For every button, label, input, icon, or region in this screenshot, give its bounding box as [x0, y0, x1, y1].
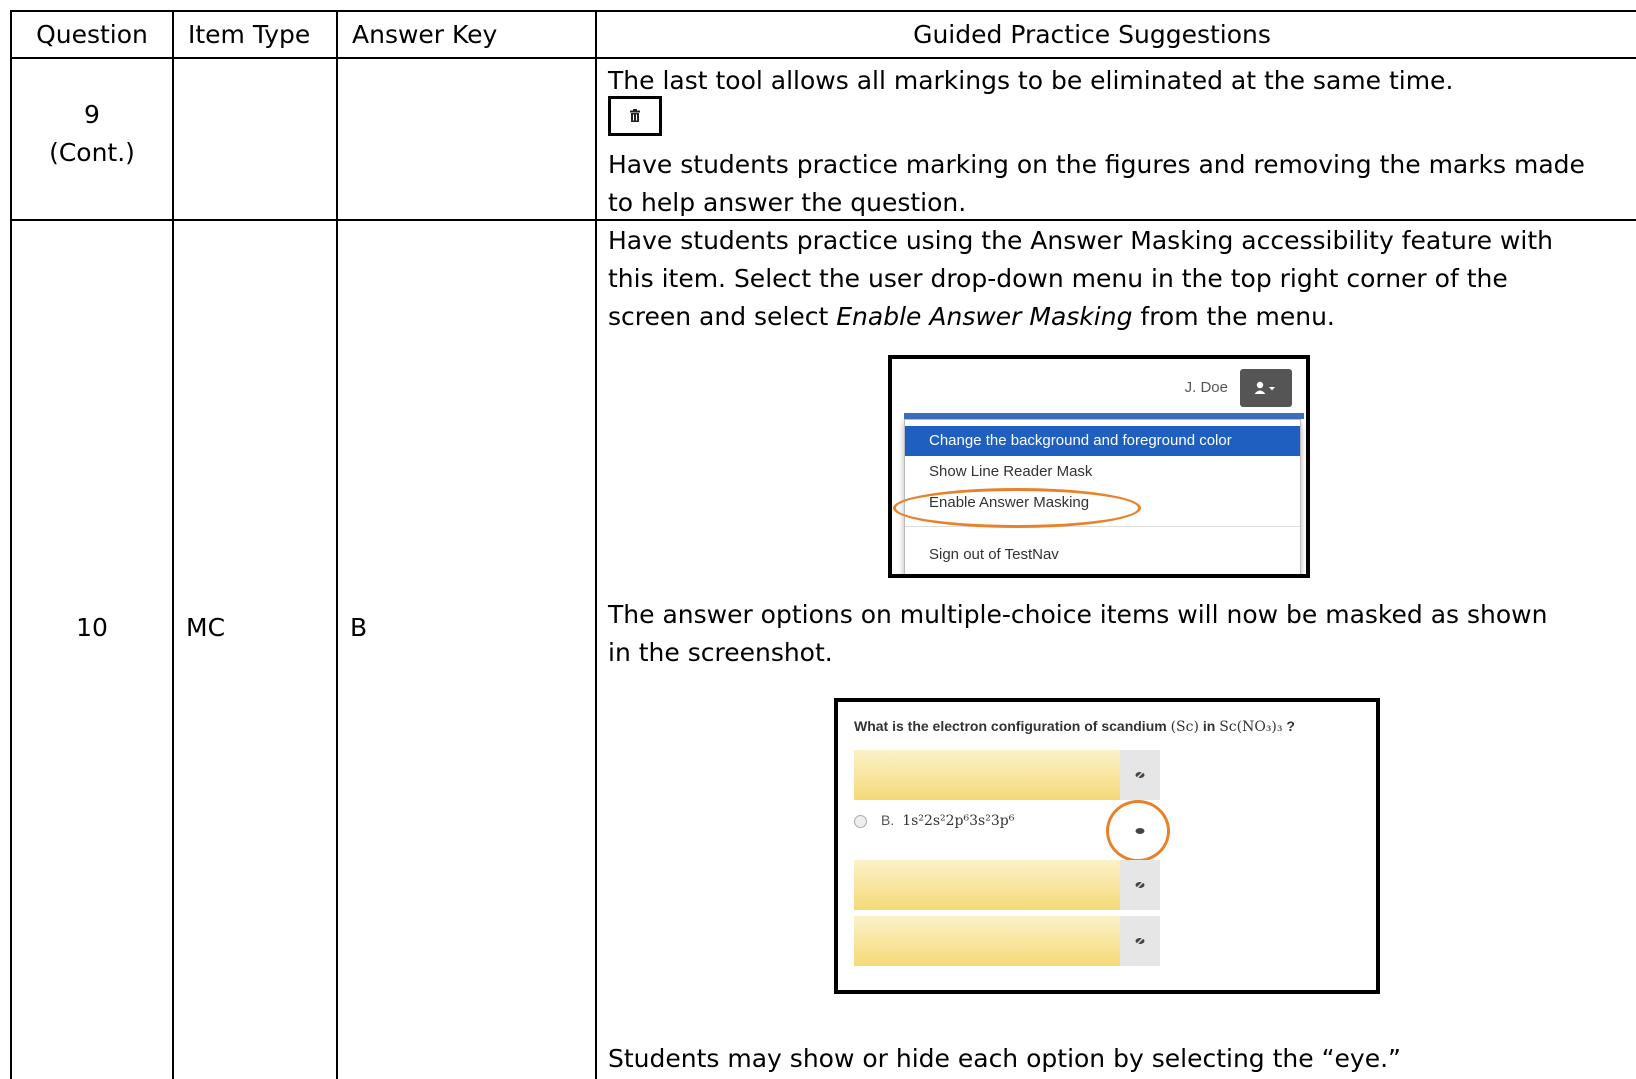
row9-text-1: The last tool allows all markings to be …	[608, 66, 1454, 95]
user-name: J. Doe	[1184, 379, 1228, 396]
radio-button[interactable]	[854, 814, 867, 828]
column-divider	[336, 10, 338, 1079]
user-dropdown-menu: Change the background and foreground col…	[893, 419, 1301, 574]
row10-p1-line3-post: from the menu.	[1132, 302, 1335, 331]
question-mid: in	[1198, 718, 1220, 734]
eye-toggle-c[interactable]	[1120, 860, 1160, 910]
header-divider	[10, 57, 1636, 59]
row10-p1-line3: screen and select Enable Answer Masking …	[608, 298, 1628, 336]
menu-item-sign-out[interactable]: Sign out of TestNav	[905, 540, 1300, 570]
column-divider	[595, 10, 597, 1079]
option-b[interactable]: B. 1s²2s²2p⁶3s²3p⁶	[854, 812, 1014, 829]
row10-item-type: MC	[186, 613, 226, 642]
chevron-down-icon	[1269, 387, 1275, 391]
eye-slash-icon	[1135, 936, 1145, 946]
guided-practice-table: Question Item Type Answer Key Guided Pra…	[10, 10, 1636, 1079]
option-b-label: B.	[881, 812, 895, 828]
option-b-value: 1s²2s²2p⁶3s²3p⁶	[902, 813, 1015, 829]
header-guided-practice: Guided Practice Suggestions	[913, 20, 1271, 49]
row9-text-3: to help answer the question.	[608, 188, 967, 217]
header-question: Question	[36, 20, 148, 49]
eye-slash-icon	[1135, 770, 1145, 780]
trash-icon	[630, 109, 640, 122]
user-icon	[1254, 381, 1275, 394]
row10-paragraph-3: Students may show or hide each option by…	[608, 1044, 1401, 1073]
row10-p1-line3-pre: screen and select	[608, 302, 837, 331]
eye-toggle-d[interactable]	[1120, 916, 1160, 966]
row10-p1-enable-answer-masking: Enable Answer Masking	[836, 302, 1133, 331]
eye-toggle-a[interactable]	[1120, 750, 1160, 800]
user-dropdown-button[interactable]	[1240, 369, 1292, 407]
clear-all-markings-button[interactable]	[608, 96, 662, 136]
row10-paragraph-1: Have students practice using the Answer …	[608, 222, 1628, 336]
masked-option-d[interactable]	[854, 916, 1120, 966]
row10-paragraph-2: The answer options on multiple-choice it…	[608, 596, 1628, 672]
header-answer-key: Answer Key	[352, 20, 498, 49]
highlight-circle	[1106, 800, 1170, 862]
row10-p2-line2: in the screenshot.	[608, 638, 833, 667]
header-item-type: Item Type	[188, 20, 311, 49]
question-symbol: (Sc)	[1170, 719, 1199, 735]
row9-text-2: Have students practice marking on the fi…	[608, 150, 1585, 179]
row9-question-number: 9	[84, 100, 100, 129]
column-divider	[172, 10, 174, 1079]
masked-option-c[interactable]	[854, 860, 1120, 910]
eye-slash-icon	[1135, 880, 1145, 890]
row9-question-cont: (Cont.)	[49, 138, 135, 167]
mask-question-text: What is the electron configuration of sc…	[854, 718, 1295, 735]
menu-item-line-reader-mask[interactable]: Show Line Reader Mask	[905, 457, 1300, 487]
row10-p2-line1: The answer options on multiple-choice it…	[608, 600, 1548, 629]
masked-option-a[interactable]	[854, 750, 1120, 800]
answer-masking-screenshot: What is the electron configuration of sc…	[834, 698, 1380, 994]
row10-p1-line2: this item. Select the user drop-down men…	[608, 264, 1508, 293]
row10-p1-line1: Have students practice using the Answer …	[608, 226, 1553, 255]
highlight-oval	[893, 488, 1141, 528]
question-end: ?	[1282, 718, 1295, 734]
row10-question: 10	[76, 613, 108, 642]
row9-question-cell: 9 (Cont.)	[12, 96, 172, 172]
menu-item-change-colors[interactable]: Change the background and foreground col…	[905, 426, 1300, 456]
user-menu-screenshot: J. Doe Change the background and foregro…	[888, 355, 1310, 578]
row10-answer-key: B	[350, 613, 368, 642]
question-pre: What is the electron configuration of sc…	[854, 718, 1171, 734]
question-formula: Sc(NO₃)₃	[1219, 719, 1283, 735]
